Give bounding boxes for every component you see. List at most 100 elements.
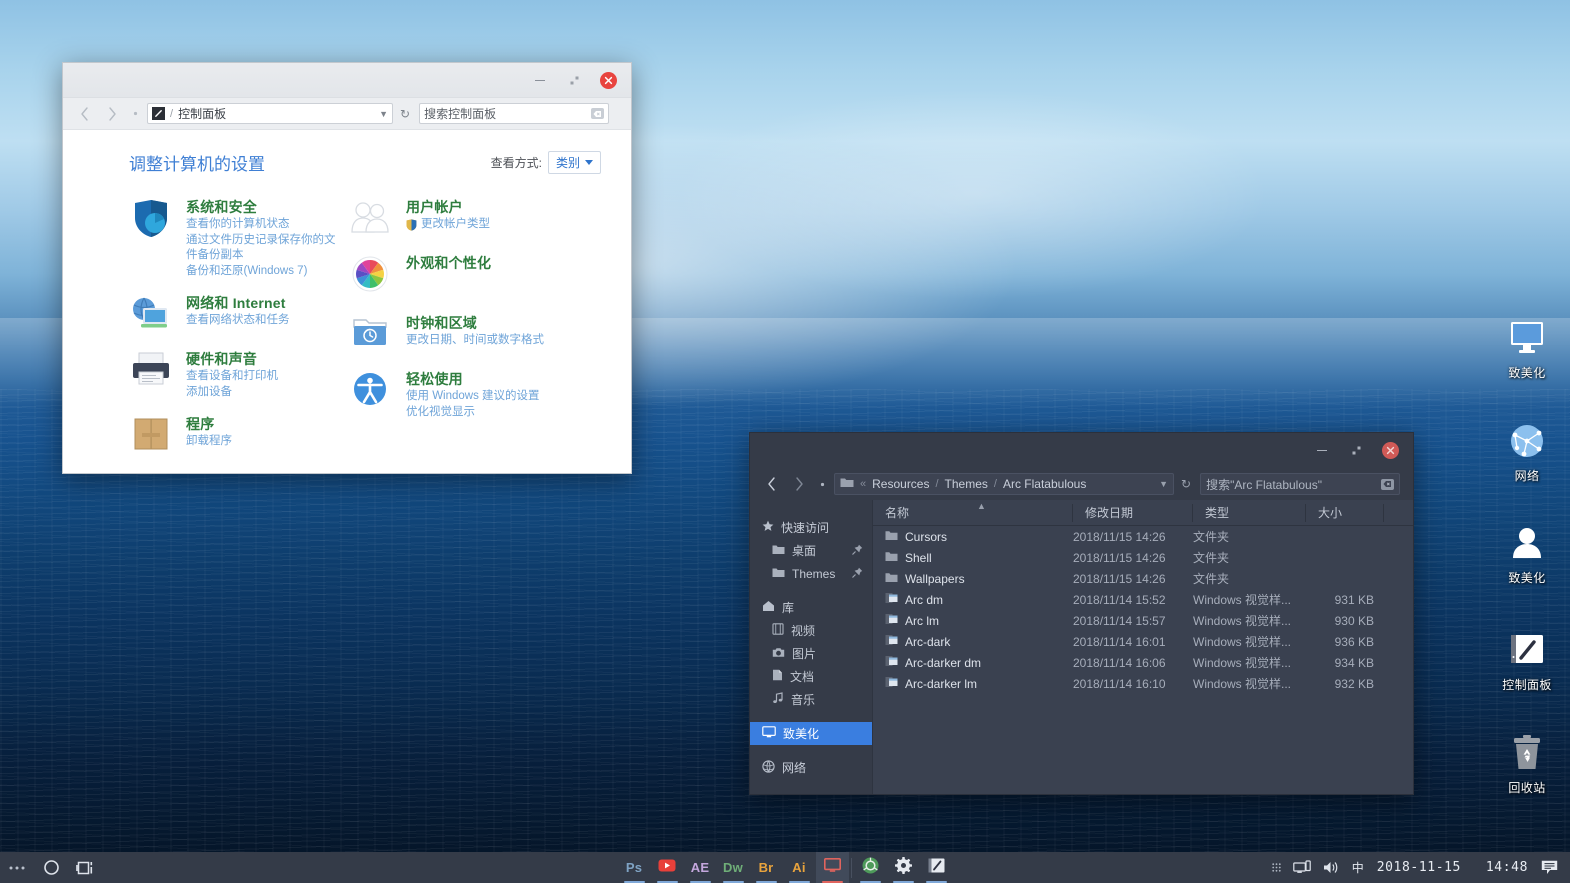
explorer-navbar[interactable]: « Resources / Themes / Arc Flatabulous ▼… [750, 468, 1413, 500]
breadcrumb-resources[interactable]: Resources [872, 477, 929, 491]
column-header-name[interactable]: 名称 ▲ [873, 500, 1073, 526]
sidebar-item-libraries[interactable]: 库 [750, 596, 872, 619]
category-link[interactable]: 查看设备和打印机 [186, 369, 278, 385]
search-input[interactable]: 搜索控制面板 [419, 103, 610, 124]
taskbar-app-photoshop[interactable]: Ps [618, 852, 651, 883]
clock[interactable]: 2018-11-15 14:48 [1370, 860, 1535, 875]
category-title[interactable]: 系统和安全 [186, 198, 341, 217]
up-button[interactable] [814, 482, 830, 487]
taskbar[interactable]: Ps AE Dw Br Ai 中 2018-11-15 14:48 [0, 852, 1570, 883]
control-panel-titlebar[interactable] [63, 63, 631, 98]
sidebar-item-themes[interactable]: Themes [750, 562, 872, 585]
show-hidden-icons-button[interactable] [1266, 852, 1287, 883]
table-row[interactable]: Shell 2018/11/15 14:26 文件夹 [873, 547, 1413, 568]
taskbar-app-dreamweaver[interactable]: Dw [717, 852, 750, 883]
taskbar-app-after-effects[interactable]: AE [684, 852, 717, 883]
clear-icon[interactable] [1381, 478, 1395, 490]
column-header-type[interactable]: 类型 [1193, 500, 1306, 526]
desktop-icon-this-pc[interactable]: 致美化 [1485, 315, 1569, 380]
table-row[interactable]: Arc-darker lm 2018/11/14 16:10 Windows 视… [873, 673, 1413, 694]
search-input[interactable]: 搜索"Arc Flatabulous" [1200, 473, 1401, 495]
view-by-select[interactable]: 类别 [547, 151, 601, 174]
taskbar-app-chrome[interactable] [854, 852, 887, 883]
restore-button[interactable] [559, 69, 589, 93]
table-row[interactable]: Arc dm 2018/11/14 15:52 Windows 视觉样... 9… [873, 589, 1413, 610]
taskbar-app-file-explorer[interactable] [815, 852, 849, 883]
category-network-internet[interactable]: 网络和 Internet 查看网络状态和任务 [129, 293, 341, 335]
control-panel-window[interactable]: / 控制面板 ▼ ↻ 搜索控制面板 调整计算机的设置 查看方式: 类别 系统和安… [62, 62, 632, 474]
category-title[interactable]: 外观和个性化 [406, 254, 491, 273]
category-programs[interactable]: 程序 卸载程序 [129, 414, 341, 456]
action-center-button[interactable] [1535, 852, 1564, 883]
address-bar[interactable]: / 控制面板 ▼ [147, 103, 393, 124]
sidebar-item-music[interactable]: 音乐 [750, 688, 872, 711]
table-row[interactable]: Cursors 2018/11/15 14:26 文件夹 [873, 526, 1413, 547]
category-link[interactable]: 卸载程序 [186, 434, 232, 450]
restore-button[interactable] [1341, 439, 1371, 463]
category-appearance[interactable]: 外观和个性化 [349, 253, 565, 295]
forward-button[interactable] [786, 471, 812, 497]
pin-icon[interactable] [852, 544, 863, 558]
category-user-accounts[interactable]: 用户帐户 更改帐户类型 [349, 197, 565, 239]
category-link[interactable]: 查看网络状态和任务 [186, 313, 290, 329]
category-link[interactable]: 优化视觉显示 [406, 405, 540, 421]
forward-button[interactable] [99, 101, 125, 127]
taskbar-app-bridge[interactable]: Br [750, 852, 783, 883]
desktop-icon-user[interactable]: 致美化 [1485, 520, 1569, 585]
table-row[interactable]: Arc-darker dm 2018/11/14 16:06 Windows 视… [873, 652, 1413, 673]
sidebar-item-quick-access[interactable]: 快速访问 [750, 516, 872, 539]
column-header-date[interactable]: 修改日期 [1073, 500, 1193, 526]
desktop-icon-network[interactable]: 网络 [1485, 418, 1569, 483]
category-system-security[interactable]: 系统和安全 查看你的计算机状态 通过文件历史记录保存你的文件备份副本 备份和还原… [129, 197, 341, 279]
clear-icon[interactable] [591, 108, 605, 119]
taskbar-app-youtube[interactable] [651, 852, 684, 883]
taskbar-app-settings[interactable] [887, 852, 920, 883]
category-link[interactable]: 添加设备 [186, 385, 278, 401]
file-list-panel[interactable]: 名称 ▲ 修改日期 类型 大小 Cursors 2018/11/15 14:26… [872, 500, 1413, 794]
explorer-titlebar[interactable] [750, 433, 1413, 468]
file-list-column-headers[interactable]: 名称 ▲ 修改日期 类型 大小 [873, 500, 1413, 526]
taskbar-app-control-panel[interactable] [920, 852, 953, 883]
category-title[interactable]: 硬件和声音 [186, 350, 278, 369]
category-title[interactable]: 用户帐户 [406, 198, 490, 217]
refresh-icon[interactable]: ↻ [1181, 477, 1191, 491]
category-title[interactable]: 程序 [186, 415, 232, 434]
minimize-button[interactable] [525, 69, 555, 93]
category-link[interactable]: 更改日期、时间或数字格式 [406, 333, 544, 349]
breadcrumb-arc-flatabulous[interactable]: Arc Flatabulous [1003, 477, 1086, 491]
chevron-down-icon[interactable]: ▼ [1159, 479, 1168, 489]
ime-indicator[interactable]: 中 [1346, 852, 1370, 883]
close-button[interactable] [593, 69, 623, 93]
breadcrumb-themes[interactable]: Themes [945, 477, 988, 491]
control-panel-navbar[interactable]: / 控制面板 ▼ ↻ 搜索控制面板 [63, 98, 631, 130]
sidebar-item-network[interactable]: 网络 [750, 756, 872, 779]
category-hardware-sound[interactable]: 硬件和声音 查看设备和打印机 添加设备 [129, 349, 341, 400]
sidebar-item-pictures[interactable]: 图片 [750, 642, 872, 665]
category-link[interactable]: 更改帐户类型 [406, 217, 490, 233]
sidebar-item-videos[interactable]: 视频 [750, 619, 872, 642]
category-title[interactable]: 轻松使用 [406, 370, 540, 389]
back-button[interactable] [71, 101, 97, 127]
volume-button[interactable] [1317, 852, 1346, 883]
desktop[interactable]: 致美化 网络 致美化 控制面板 回收站 / 控制面板 ▼ ↻ 搜索控制面板 调整… [0, 0, 1570, 883]
close-button[interactable] [1375, 439, 1405, 463]
column-header-size[interactable]: 大小 [1306, 500, 1384, 526]
category-clock-region[interactable]: 时钟和区域 更改日期、时间或数字格式 [349, 313, 565, 355]
taskbar-app-illustrator[interactable]: Ai [783, 852, 816, 883]
table-row[interactable]: Arc lm 2018/11/14 15:57 Windows 视觉样... 9… [873, 610, 1413, 631]
table-row[interactable]: Wallpapers 2018/11/15 14:26 文件夹 [873, 568, 1413, 589]
desktop-icon-recycle-bin[interactable]: 回收站 [1485, 730, 1569, 795]
sidebar-item-desktop[interactable]: 桌面 [750, 539, 872, 562]
back-button[interactable] [758, 471, 784, 497]
network-button[interactable] [1287, 852, 1317, 883]
minimize-button[interactable] [1307, 439, 1337, 463]
category-ease-of-access[interactable]: 轻松使用 使用 Windows 建议的设置 优化视觉显示 [349, 369, 565, 420]
sidebar-item-documents[interactable]: 文档 [750, 665, 872, 688]
category-title[interactable]: 时钟和区域 [406, 314, 544, 333]
address-bar[interactable]: « Resources / Themes / Arc Flatabulous ▼ [834, 473, 1174, 495]
pin-icon[interactable] [852, 567, 863, 581]
file-explorer-window[interactable]: « Resources / Themes / Arc Flatabulous ▼… [749, 432, 1414, 795]
category-link[interactable]: 查看你的计算机状态 [186, 217, 341, 233]
overflow-chevrons[interactable]: « [860, 478, 866, 490]
refresh-icon[interactable]: ↻ [400, 107, 410, 121]
